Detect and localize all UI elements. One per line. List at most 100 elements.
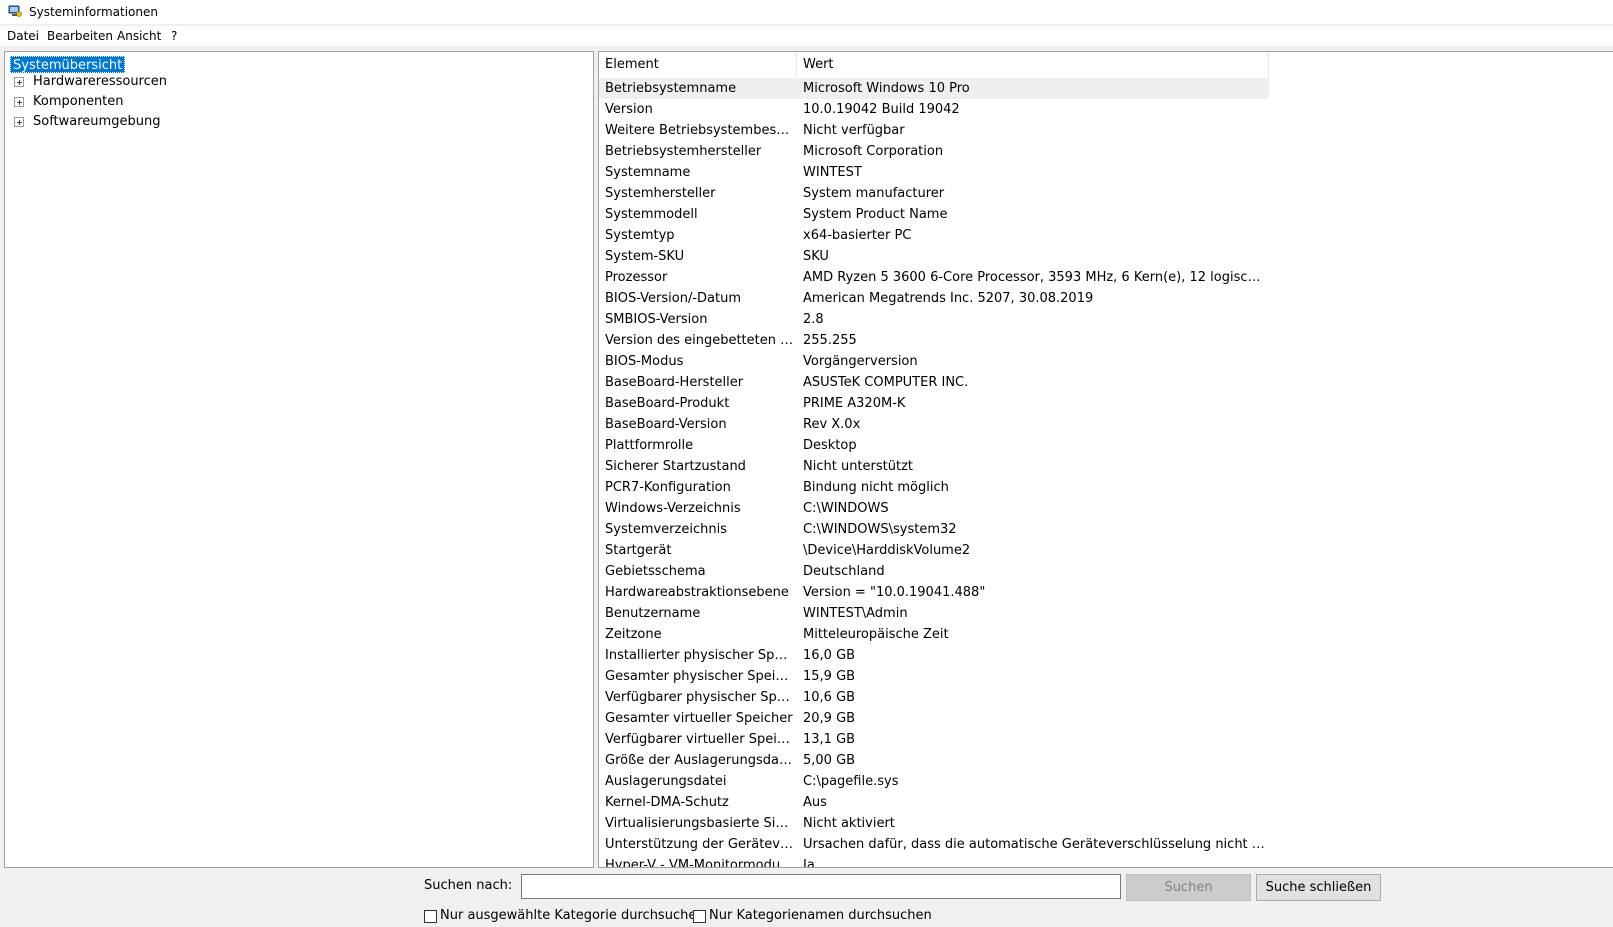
table-row[interactable]: Prozessor AMD Ryzen 5 3600 6-Core Process…: [599, 267, 1613, 288]
row-element-cell: PCR7-Konfiguration: [605, 480, 731, 495]
menu-view[interactable]: Ansicht: [117, 29, 161, 43]
row-value-cell: 20,9 GB: [803, 711, 856, 726]
tree-item-label: Komponenten: [33, 94, 124, 109]
row-value-cell: C:\WINDOWS: [803, 501, 889, 516]
table-row[interactable]: Virtualisierungsbasierte Sicherh... Nicht…: [599, 813, 1613, 834]
checkbox-label: Nur Kategorienamen durchsuchen: [709, 908, 932, 923]
table-row[interactable]: BaseBoard-Hersteller ASUSTeK COMPUTER INC…: [599, 372, 1613, 393]
row-value-cell: Aus: [803, 795, 827, 810]
menu-file[interactable]: Datei: [7, 29, 39, 43]
table-row[interactable]: Verfügbarer virtueller Speicher 13,1 GB: [599, 729, 1613, 750]
row-value-cell: Nicht verfügbar: [803, 123, 905, 138]
column-header-element[interactable]: Element: [599, 52, 797, 77]
details-list[interactable]: Element Wert Betriebsystemname Microsoft …: [598, 51, 1613, 868]
row-element-cell: Prozessor: [605, 270, 668, 285]
row-value-cell: Bindung nicht möglich: [803, 480, 949, 495]
table-row[interactable]: Betriebsystemname Microsoft Windows 10 Pr…: [599, 78, 1269, 99]
table-row[interactable]: Startgerät \Device\HarddiskVolume2: [599, 540, 1613, 561]
table-row[interactable]: Kernel-DMA-Schutz Aus: [599, 792, 1613, 813]
close-search-button[interactable]: Suche schließen: [1256, 874, 1381, 901]
table-row[interactable]: Plattformrolle Desktop: [599, 435, 1613, 456]
expand-plus-icon[interactable]: [14, 117, 24, 127]
checkbox-label: Nur ausgewählte Kategorie durchsuchen: [440, 908, 705, 923]
row-value-cell: PRIME A320M-K: [803, 396, 906, 411]
row-element-cell: System-SKU: [605, 249, 685, 264]
system-info-icon: [8, 5, 22, 17]
table-row[interactable]: Betriebsystemhersteller Microsoft Corpora…: [599, 141, 1613, 162]
table-row[interactable]: SMBIOS-Version 2.8: [599, 309, 1613, 330]
row-element-cell: Startgerät: [605, 543, 672, 558]
table-row[interactable]: Gesamter virtueller Speicher 20,9 GB: [599, 708, 1613, 729]
row-element-cell: Systemname: [605, 165, 691, 180]
menu-help[interactable]: ?: [171, 29, 177, 43]
row-value-cell: 16,0 GB: [803, 648, 856, 663]
row-value-cell: Desktop: [803, 438, 857, 453]
table-row[interactable]: Systemverzeichnis C:\WINDOWS\system32: [599, 519, 1613, 540]
row-element-cell: Kernel-DMA-Schutz: [605, 795, 729, 810]
row-value-cell: 15,9 GB: [803, 669, 856, 684]
table-row[interactable]: Systemmodell System Product Name: [599, 204, 1613, 225]
row-value-cell: Mitteleuropäische Zeit: [803, 627, 949, 642]
tree-item-system-summary[interactable]: Systemübersicht: [10, 56, 126, 73]
row-element-cell: Version des eingebetteten Cont...: [605, 333, 795, 348]
table-row[interactable]: Hardwareabstraktionsebene Version = "10.0…: [599, 582, 1613, 603]
table-row[interactable]: Gebietsschema Deutschland: [599, 561, 1613, 582]
table-row[interactable]: Installierter physischer Speicher... 16,0…: [599, 645, 1613, 666]
row-element-cell: Hyper-V - VM-Monitormodus...: [605, 858, 795, 868]
table-row[interactable]: Benutzername WINTEST\Admin: [599, 603, 1613, 624]
row-value-cell: Vorgängerversion: [803, 354, 918, 369]
table-row[interactable]: Größe der Auslagerungsdatei 5,00 GB: [599, 750, 1613, 771]
row-element-cell: BaseBoard-Hersteller: [605, 375, 744, 390]
row-value-cell: 10,6 GB: [803, 690, 856, 705]
table-row[interactable]: Version des eingebetteten Cont... 255.255: [599, 330, 1613, 351]
table-row[interactable]: System-SKU SKU: [599, 246, 1613, 267]
table-row[interactable]: BaseBoard-Produkt PRIME A320M-K: [599, 393, 1613, 414]
table-row[interactable]: Unterstützung der Geräteversc... Ursachen…: [599, 834, 1613, 855]
table-row[interactable]: Hyper-V - VM-Monitormodus... Ja: [599, 855, 1613, 868]
table-row[interactable]: BaseBoard-Version Rev X.0x: [599, 414, 1613, 435]
table-row[interactable]: Verfügbarer physischer Speicher 10,6 GB: [599, 687, 1613, 708]
row-element-cell: Betriebsystemname: [605, 81, 737, 96]
table-row[interactable]: BIOS-Modus Vorgängerversion: [599, 351, 1613, 372]
row-element-cell: Systemverzeichnis: [605, 522, 727, 537]
row-value-cell: \Device\HarddiskVolume2: [803, 543, 971, 558]
list-header: Element Wert: [599, 52, 1613, 78]
row-value-cell: 10.0.19042 Build 19042: [803, 102, 960, 117]
expand-plus-icon[interactable]: [14, 77, 24, 87]
list-rows: Betriebsystemname Microsoft Windows 10 Pr…: [599, 78, 1613, 868]
search-input[interactable]: [521, 874, 1121, 899]
row-element-cell: Hardwareabstraktionsebene: [605, 585, 789, 600]
row-value-cell: C:\WINDOWS\system32: [803, 522, 957, 537]
table-row[interactable]: Version 10.0.19042 Build 19042: [599, 99, 1613, 120]
row-value-cell: x64-basierter PC: [803, 228, 912, 243]
table-row[interactable]: Sicherer Startzustand Nicht unterstützt: [599, 456, 1613, 477]
row-value-cell: C:\pagefile.sys: [803, 774, 899, 789]
expand-plus-icon[interactable]: [14, 97, 24, 107]
table-row[interactable]: Windows-Verzeichnis C:\WINDOWS: [599, 498, 1613, 519]
row-value-cell: System manufacturer: [803, 186, 945, 201]
row-value-cell: Deutschland: [803, 564, 885, 579]
table-row[interactable]: Systemtyp x64-basierter PC: [599, 225, 1613, 246]
row-element-cell: BIOS-Version/-Datum: [605, 291, 742, 306]
checkbox-box[interactable]: [424, 910, 437, 923]
row-value-cell: Nicht aktiviert: [803, 816, 895, 831]
row-element-cell: SMBIOS-Version: [605, 312, 708, 327]
table-row[interactable]: Systemname WINTEST: [599, 162, 1613, 183]
table-row[interactable]: Auslagerungsdatei C:\pagefile.sys: [599, 771, 1613, 792]
table-row[interactable]: BIOS-Version/-Datum American Megatrends I…: [599, 288, 1613, 309]
table-row[interactable]: Gesamter physischer Speicher 15,9 GB: [599, 666, 1613, 687]
table-row[interactable]: Zeitzone Mitteleuropäische Zeit: [599, 624, 1613, 645]
column-header-value[interactable]: Wert: [797, 52, 1269, 77]
category-tree[interactable]: Systemübersicht Hardwareressourcen Kompo…: [4, 51, 594, 868]
title-bar: Systeminformationen: [0, 0, 1613, 24]
menu-edit[interactable]: Bearbeiten: [47, 29, 113, 43]
table-row[interactable]: Weitere Betriebsystembeschrei... Nicht ve…: [599, 120, 1613, 141]
search-panel: Suchen nach: Suchen Suche schließen Nur …: [0, 868, 1613, 927]
search-button[interactable]: Suchen: [1126, 874, 1251, 901]
row-element-cell: Systemtyp: [605, 228, 675, 243]
table-row[interactable]: PCR7-Konfiguration Bindung nicht möglich: [599, 477, 1613, 498]
table-row[interactable]: Systemhersteller System manufacturer: [599, 183, 1613, 204]
row-value-cell: Rev X.0x: [803, 417, 861, 432]
row-value-cell: Microsoft Windows 10 Pro: [803, 81, 970, 96]
checkbox-box[interactable]: [693, 910, 706, 923]
